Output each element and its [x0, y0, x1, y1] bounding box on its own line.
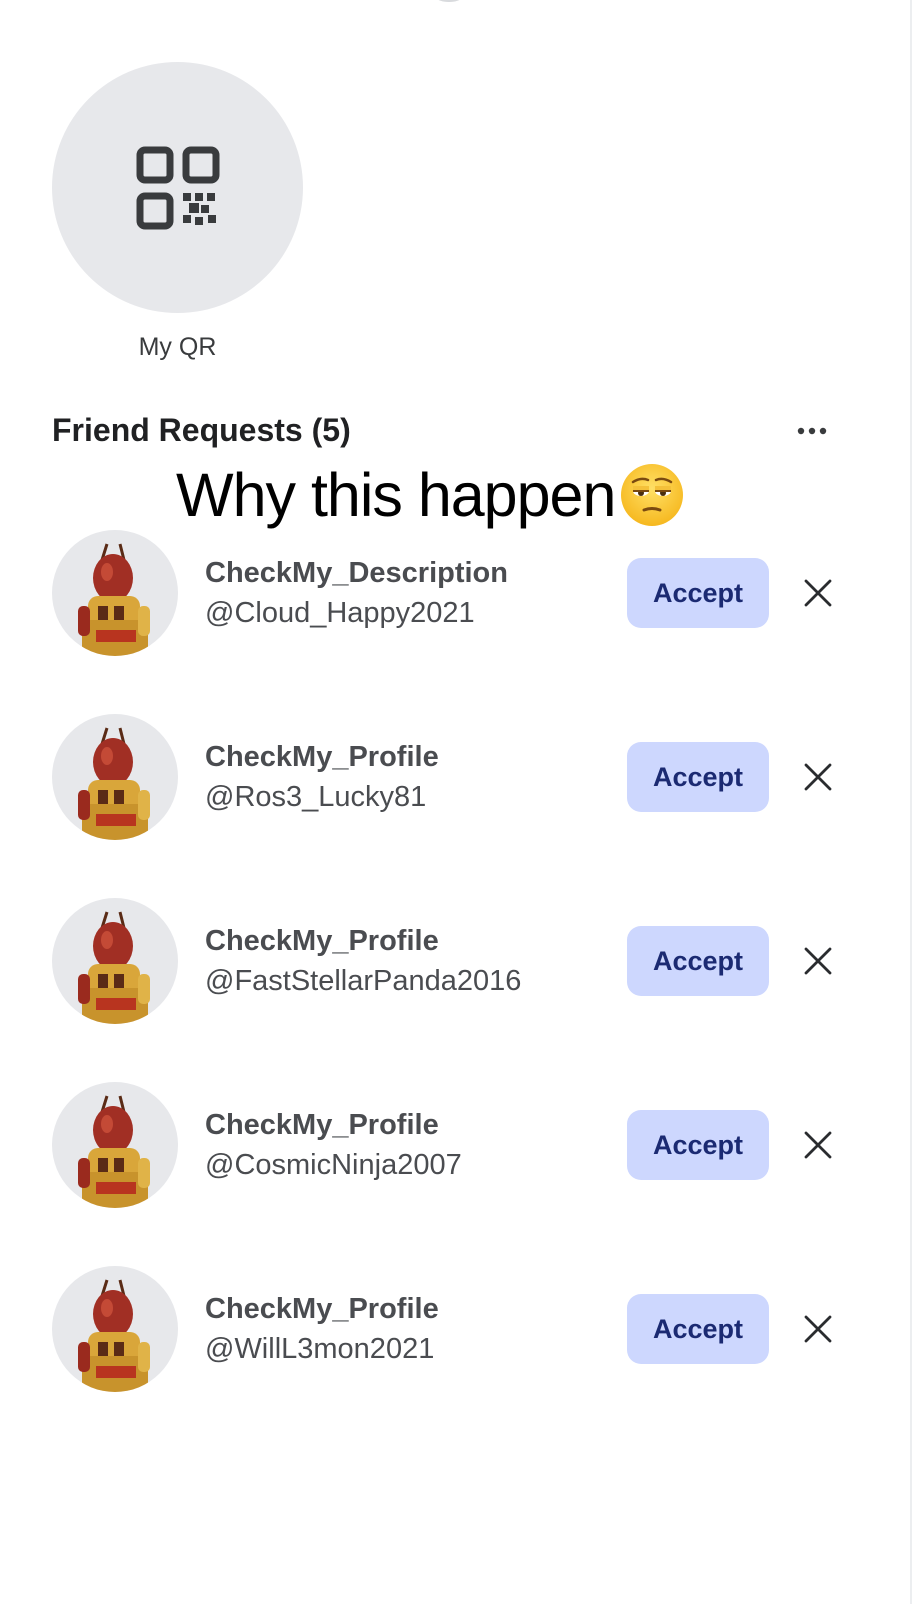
- decline-button[interactable]: [795, 570, 841, 616]
- name-block: CheckMy_Profile @Ros3_Lucky81: [205, 740, 439, 816]
- close-icon: [804, 947, 832, 975]
- decline-button[interactable]: [795, 1122, 841, 1168]
- username[interactable]: @WillL3mon2021: [205, 1330, 439, 1368]
- more-horizontal-icon: [797, 427, 827, 435]
- name-block: CheckMy_Profile @FastStellarPanda2016: [205, 924, 521, 1000]
- close-icon: [804, 579, 832, 607]
- accept-button[interactable]: Accept: [627, 742, 769, 812]
- name-block: CheckMy_Description @Cloud_Happy2021: [205, 556, 508, 632]
- roblox-avatar-image: [78, 543, 150, 656]
- qr-code-icon: [136, 146, 219, 229]
- accept-button[interactable]: Accept: [627, 926, 769, 996]
- friend-requests-list: CheckMy_Description @Cloud_Happy2021 Acc…: [52, 530, 842, 1450]
- avatar[interactable]: [52, 530, 178, 656]
- roblox-avatar-image: [78, 1095, 150, 1208]
- friend-request-row: CheckMy_Profile @Ros3_Lucky81 Accept: [52, 714, 842, 898]
- decline-button[interactable]: [795, 754, 841, 800]
- username[interactable]: @Cloud_Happy2021: [205, 594, 508, 632]
- overlay-caption: Why this happen: [176, 460, 685, 530]
- display-name[interactable]: CheckMy_Profile: [205, 1108, 462, 1142]
- friend-requests-title: Friend Requests (5): [52, 412, 351, 448]
- avatar[interactable]: [52, 714, 178, 840]
- accept-button[interactable]: Accept: [627, 1294, 769, 1364]
- close-icon: [804, 1315, 832, 1343]
- decline-button[interactable]: [795, 1306, 841, 1352]
- more-options-button[interactable]: [792, 416, 832, 446]
- username[interactable]: @FastStellarPanda2016: [205, 962, 521, 1000]
- friend-request-row: CheckMy_Profile @CosmicNinja2007 Accept: [52, 1082, 842, 1266]
- display-name[interactable]: CheckMy_Description: [205, 556, 508, 590]
- decline-button[interactable]: [795, 938, 841, 984]
- close-icon: [804, 763, 832, 791]
- roblox-avatar-image: [78, 911, 150, 1024]
- name-block: CheckMy_Profile @WillL3mon2021: [205, 1292, 439, 1368]
- close-icon: [804, 1131, 832, 1159]
- overlay-caption-text: Why this happen: [176, 461, 616, 529]
- my-qr-label: My QR: [138, 333, 217, 361]
- friend-request-row: CheckMy_Description @Cloud_Happy2021 Acc…: [52, 530, 842, 714]
- friend-request-row: CheckMy_Profile @WillL3mon2021 Accept: [52, 1266, 842, 1450]
- avatar[interactable]: [52, 1266, 178, 1392]
- avatar[interactable]: [52, 1082, 178, 1208]
- display-name[interactable]: CheckMy_Profile: [205, 924, 521, 958]
- my-qr-button[interactable]: [52, 62, 303, 313]
- friend-request-row: CheckMy_Profile @FastStellarPanda2016 Ac…: [52, 898, 842, 1082]
- relieved-face-emoji: [621, 464, 684, 526]
- roblox-avatar-image: [78, 727, 150, 840]
- roblox-avatar-image: [78, 1279, 150, 1392]
- avatar[interactable]: [52, 898, 178, 1024]
- username[interactable]: @CosmicNinja2007: [205, 1146, 462, 1184]
- accept-button[interactable]: Accept: [627, 558, 769, 628]
- display-name[interactable]: CheckMy_Profile: [205, 1292, 439, 1326]
- my-qr-section: My QR: [52, 62, 303, 362]
- display-name[interactable]: CheckMy_Profile: [205, 740, 439, 774]
- name-block: CheckMy_Profile @CosmicNinja2007: [205, 1108, 462, 1184]
- accept-button[interactable]: Accept: [627, 1110, 769, 1180]
- username[interactable]: @Ros3_Lucky81: [205, 778, 439, 816]
